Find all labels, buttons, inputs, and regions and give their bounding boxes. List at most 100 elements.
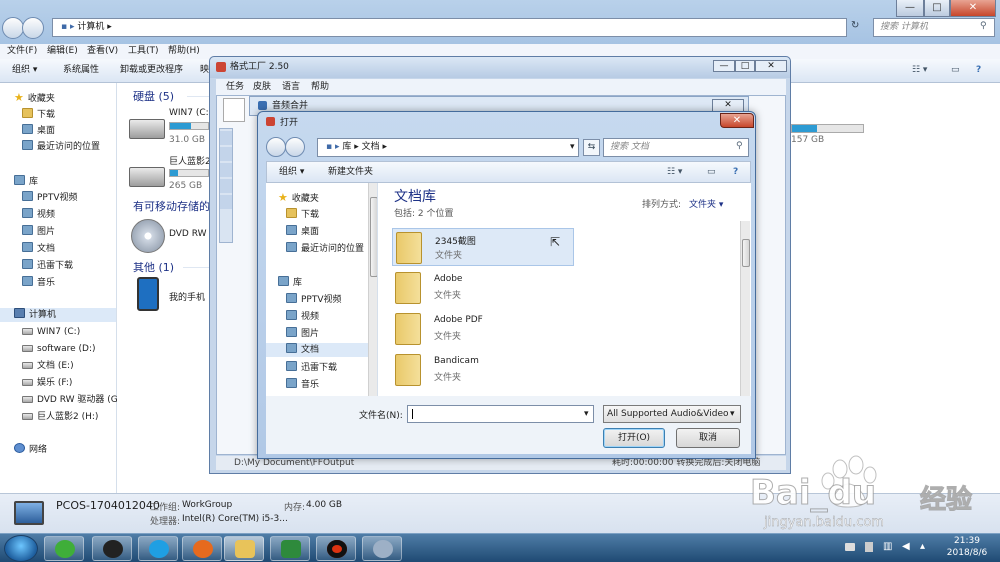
dialog-nav-recent[interactable]: 最近访问的位置 bbox=[286, 242, 364, 256]
dvd-drive-name[interactable]: DVD RW bbox=[169, 229, 207, 239]
dialog-organize-button[interactable]: 组织 ▾ bbox=[279, 162, 304, 182]
file-item[interactable]: Bandicam 文件夹 bbox=[392, 351, 574, 389]
nav-videos[interactable]: 视频 bbox=[22, 208, 55, 222]
group-hdd-header[interactable]: 硬盘 (5) bbox=[133, 88, 174, 104]
dialog-refresh-icon[interactable]: ⇆ bbox=[583, 139, 600, 156]
dialog-help-icon[interactable]: ? bbox=[733, 162, 738, 182]
ff-close-button[interactable]: ✕ bbox=[755, 60, 787, 72]
nav-drive-e[interactable]: 文档 (E:) bbox=[22, 359, 74, 373]
file-item[interactable]: 2345截图 文件夹 bbox=[392, 228, 574, 266]
ff-tool-icon[interactable] bbox=[220, 195, 232, 209]
ff-menu-skin[interactable]: 皮肤 bbox=[253, 79, 271, 95]
ff-tool-icon[interactable] bbox=[220, 147, 232, 161]
help-icon[interactable]: ? bbox=[976, 59, 981, 81]
file-type-dropdown-icon[interactable]: ▾ bbox=[730, 406, 735, 422]
my-phone-label[interactable]: 我的手机 bbox=[169, 290, 205, 303]
sort-dropdown[interactable]: 文件夹 ▾ bbox=[689, 197, 723, 210]
file-item[interactable]: Adobe 文件夹 bbox=[392, 269, 574, 307]
menu-help[interactable]: 帮助(H) bbox=[168, 44, 200, 58]
menu-view[interactable]: 查看(V) bbox=[87, 44, 118, 58]
open-button[interactable]: 打开(O) bbox=[603, 428, 665, 448]
nav-libraries[interactable]: 库 bbox=[14, 175, 38, 189]
dialog-nav-scroll-thumb[interactable] bbox=[370, 197, 377, 277]
drive-c-name[interactable]: WIN7 (C: bbox=[169, 108, 209, 118]
filename-dropdown-icon[interactable]: ▾ bbox=[584, 406, 589, 422]
dialog-back-button[interactable] bbox=[266, 137, 286, 157]
dialog-nav-documents[interactable]: 文档 bbox=[266, 343, 369, 357]
dialog-search-input[interactable]: 搜索 文档 bbox=[603, 138, 749, 157]
dialog-preview-icon[interactable]: ▭ bbox=[707, 162, 716, 182]
menu-edit[interactable]: 编辑(E) bbox=[47, 44, 78, 58]
group-removable-header[interactable]: 有可移动存储的 bbox=[133, 198, 210, 214]
dialog-nav-music[interactable]: 音乐 bbox=[286, 378, 319, 392]
nav-music[interactable]: 音乐 bbox=[22, 276, 55, 290]
ff-menu-language[interactable]: 语言 bbox=[282, 79, 300, 95]
address-dropdown-icon[interactable]: ▾ bbox=[570, 139, 575, 156]
preview-pane-icon[interactable]: ▭ bbox=[951, 59, 960, 81]
back-button[interactable] bbox=[2, 17, 24, 39]
maximize-button[interactable]: □ bbox=[924, 0, 950, 17]
menu-file[interactable]: 文件(F) bbox=[7, 44, 37, 58]
filename-input[interactable]: ▾ bbox=[407, 405, 594, 423]
nav-pptv[interactable]: PPTV视频 bbox=[22, 191, 78, 205]
nav-documents[interactable]: 文档 bbox=[22, 242, 55, 256]
ff-tool-icon[interactable] bbox=[220, 179, 232, 193]
dialog-search-icon[interactable]: ⚲ bbox=[736, 141, 743, 151]
taskbar-app-media[interactable] bbox=[270, 536, 310, 561]
nav-drive-d[interactable]: software (D:) bbox=[22, 342, 96, 356]
breadcrumb-documents[interactable]: 文档 bbox=[362, 142, 380, 152]
dialog-view-icon[interactable]: ☷ ▾ bbox=[667, 162, 682, 182]
nav-drive-h[interactable]: 巨人蓝影2 (H:) bbox=[22, 410, 98, 424]
dialog-nav-pptv[interactable]: PPTV视频 bbox=[286, 293, 342, 307]
taskbar-app-360[interactable] bbox=[44, 536, 84, 561]
nav-network[interactable]: 网络 bbox=[14, 443, 47, 457]
close-button[interactable]: ✕ bbox=[950, 0, 996, 17]
ff-menu-help[interactable]: 帮助 bbox=[311, 79, 329, 95]
nav-pictures[interactable]: 图片 bbox=[22, 225, 55, 239]
dialog-file-scrollbar[interactable] bbox=[740, 221, 750, 396]
taskbar-app-explorer[interactable] bbox=[224, 536, 264, 561]
ff-tool-icon[interactable] bbox=[220, 163, 232, 177]
dialog-nav-downloads[interactable]: 下载 bbox=[286, 208, 319, 222]
minimize-button[interactable]: — bbox=[896, 0, 924, 17]
nav-downloads[interactable]: 下载 bbox=[22, 108, 55, 122]
refresh-icon[interactable]: ↻ bbox=[851, 20, 859, 31]
group-other-header[interactable]: 其他 (1) bbox=[133, 259, 174, 275]
start-button[interactable] bbox=[4, 535, 38, 562]
dialog-close-button[interactable]: ✕ bbox=[720, 113, 754, 128]
nav-recent[interactable]: 最近访问的位置 bbox=[22, 140, 100, 154]
nav-drive-c[interactable]: WIN7 (C:) bbox=[22, 325, 80, 339]
ff-menu-task[interactable]: 任务 bbox=[226, 79, 244, 95]
map-drive-button[interactable]: 映 bbox=[200, 59, 209, 81]
menu-tools[interactable]: 工具(T) bbox=[128, 44, 159, 58]
cancel-button[interactable]: 取消 bbox=[676, 428, 740, 448]
search-icon[interactable]: ⚲ bbox=[980, 21, 987, 31]
taskbar-app-format-factory[interactable] bbox=[362, 536, 402, 561]
address-bar[interactable]: ▪ ▸ 计算机 ▸ bbox=[52, 18, 847, 37]
file-type-select[interactable]: All Supported Audio&Video ▾ bbox=[603, 405, 741, 423]
ff-tool-icon[interactable] bbox=[220, 131, 232, 145]
drive-h-name[interactable]: 巨人蓝影2 bbox=[169, 154, 211, 167]
system-properties-button[interactable]: 系统属性 bbox=[63, 59, 99, 81]
ff-minimize-button[interactable]: — bbox=[713, 60, 735, 72]
dialog-file-scroll-thumb[interactable] bbox=[742, 239, 750, 267]
ff-maximize-button[interactable]: □ bbox=[735, 60, 755, 72]
uninstall-button[interactable]: 卸载或更改程序 bbox=[120, 59, 183, 81]
taskbar-app-recorder[interactable] bbox=[316, 536, 356, 561]
dialog-forward-button[interactable] bbox=[285, 137, 305, 157]
dialog-nav-thunder[interactable]: 迅雷下载 bbox=[286, 361, 337, 375]
breadcrumb-libraries[interactable]: 库 bbox=[342, 142, 351, 152]
nav-favorites[interactable]: ★ 收藏夹 bbox=[14, 91, 55, 105]
dialog-nav-scrollbar[interactable] bbox=[368, 183, 377, 396]
view-options-icon[interactable]: ☷ ▾ bbox=[912, 59, 927, 81]
organize-button[interactable]: 组织 ▾ bbox=[12, 59, 37, 81]
dialog-nav-desktop[interactable]: 桌面 bbox=[286, 225, 319, 239]
taskbar-app-firefox[interactable] bbox=[182, 536, 222, 561]
dialog-nav-libraries[interactable]: 库 bbox=[278, 276, 302, 290]
dialog-nav-pictures[interactable]: 图片 bbox=[286, 327, 319, 341]
nav-drive-g[interactable]: DVD RW 驱动器 (G bbox=[22, 393, 118, 407]
dialog-nav-favorites[interactable]: ★ 收藏夹 bbox=[278, 191, 319, 205]
forward-button[interactable] bbox=[22, 17, 44, 39]
nav-computer[interactable]: 计算机 bbox=[0, 308, 116, 322]
taskbar-app-kugou[interactable] bbox=[138, 536, 178, 561]
